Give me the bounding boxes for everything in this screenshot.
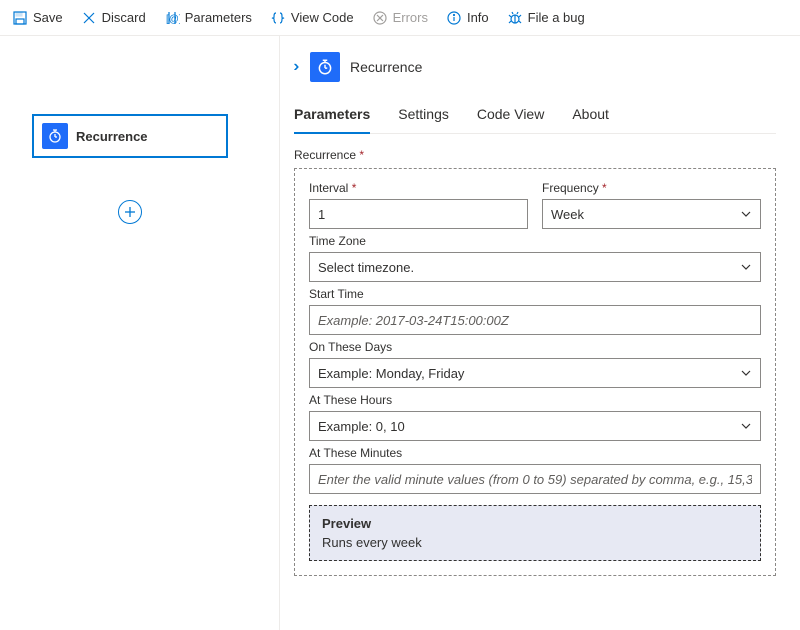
at-hours-value: Example: 0, 10 [318, 419, 405, 434]
view-code-button[interactable]: View Code [270, 10, 354, 26]
errors-icon [372, 10, 388, 26]
view-code-icon [270, 10, 286, 26]
toolbar: Save Discard [@] Parameters View Code Er… [0, 0, 800, 36]
recurrence-section-label: Recurrence [294, 148, 776, 162]
discard-label: Discard [102, 10, 146, 25]
info-icon [446, 10, 462, 26]
chevron-down-icon [740, 261, 752, 273]
panel-recurrence-icon [310, 52, 340, 82]
interval-input[interactable] [309, 199, 528, 229]
collapse-button[interactable]: ›› [294, 58, 300, 76]
view-code-label: View Code [291, 10, 354, 25]
timezone-label: Time Zone [309, 234, 761, 248]
tab-code-view[interactable]: Code View [477, 100, 544, 133]
svg-text:[@]: [@] [166, 14, 180, 25]
tab-about[interactable]: About [572, 100, 609, 133]
save-button[interactable]: Save [12, 10, 63, 26]
save-label: Save [33, 10, 63, 25]
at-hours-label: At These Hours [309, 393, 761, 407]
errors-button: Errors [372, 10, 428, 26]
save-icon [12, 10, 28, 26]
timezone-value: Select timezone. [318, 260, 414, 275]
tabs: Parameters Settings Code View About [294, 100, 776, 134]
node-title: Recurrence [76, 129, 148, 144]
chevron-down-icon [740, 367, 752, 379]
recurrence-icon [42, 123, 68, 149]
panel-title: Recurrence [350, 59, 422, 75]
details-panel: ›› Recurrence Parameters Settings Code V… [280, 36, 800, 630]
frequency-label: Frequency [542, 181, 761, 195]
recurrence-node[interactable]: Recurrence [32, 114, 228, 158]
start-time-label: Start Time [309, 287, 761, 301]
at-minutes-input[interactable] [309, 464, 761, 494]
preview-box: Preview Runs every week [309, 505, 761, 561]
parameters-icon: [@] [164, 10, 180, 26]
parameters-label: Parameters [185, 10, 252, 25]
recurrence-fieldset: Interval Frequency Week Time Zone Select… [294, 168, 776, 576]
start-time-input[interactable] [309, 305, 761, 335]
frequency-select[interactable]: Week [542, 199, 761, 229]
add-step-button[interactable] [118, 200, 142, 224]
plus-icon [124, 206, 136, 218]
preview-title: Preview [322, 516, 748, 531]
interval-label: Interval [309, 181, 528, 195]
at-hours-select[interactable]: Example: 0, 10 [309, 411, 761, 441]
on-days-select[interactable]: Example: Monday, Friday [309, 358, 761, 388]
tab-parameters[interactable]: Parameters [294, 100, 370, 134]
parameters-button[interactable]: [@] Parameters [164, 10, 252, 26]
chevron-down-icon [740, 420, 752, 432]
chevron-down-icon [740, 208, 752, 220]
frequency-value: Week [551, 207, 584, 222]
timezone-select[interactable]: Select timezone. [309, 252, 761, 282]
discard-button[interactable]: Discard [81, 10, 146, 26]
errors-label: Errors [393, 10, 428, 25]
on-days-label: On These Days [309, 340, 761, 354]
at-minutes-label: At These Minutes [309, 446, 761, 460]
preview-text: Runs every week [322, 535, 748, 550]
file-bug-button[interactable]: File a bug [507, 10, 585, 26]
canvas: Recurrence [0, 36, 280, 630]
info-button[interactable]: Info [446, 10, 489, 26]
on-days-value: Example: Monday, Friday [318, 366, 464, 381]
tab-settings[interactable]: Settings [398, 100, 449, 133]
discard-icon [81, 10, 97, 26]
info-label: Info [467, 10, 489, 25]
file-bug-label: File a bug [528, 10, 585, 25]
bug-icon [507, 10, 523, 26]
